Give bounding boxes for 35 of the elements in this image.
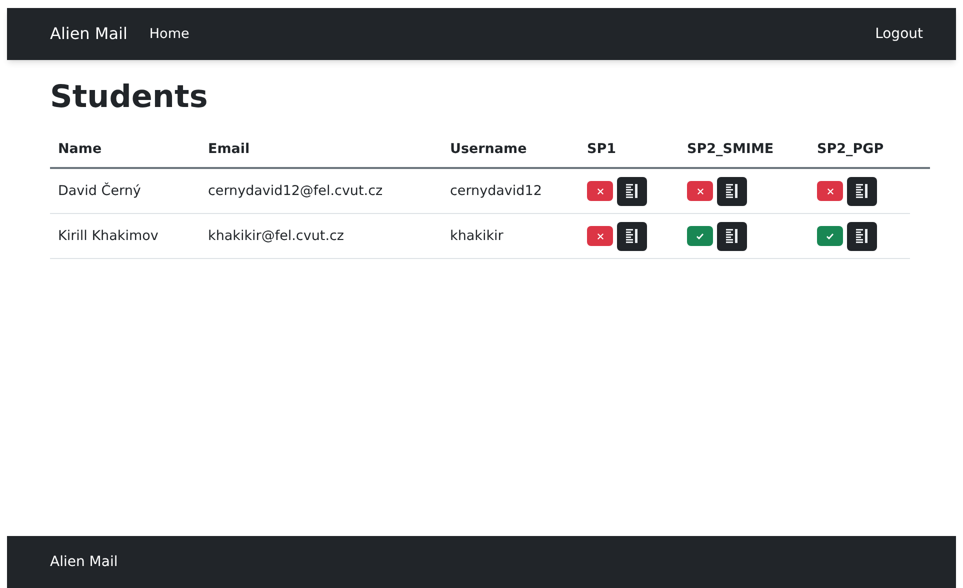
log-icon [856,184,868,198]
check-icon [826,232,834,240]
cross-icon [596,188,604,194]
log-icon [726,229,738,243]
log-icon [856,229,868,243]
brand-link[interactable]: Alien Mail [50,22,128,46]
log-button[interactable] [617,176,647,206]
table-cell-text: Kirill Khakimov [58,226,160,246]
table-cell-text: cernydavid12@fel.cvut.cz [208,182,384,201]
nav-link[interactable]: Home [149,24,190,44]
table-cell-text: David Černý [58,182,142,201]
log-button[interactable] [847,222,877,250]
column-header: Name [58,140,103,159]
column-header: Email [208,140,251,159]
log-icon [726,184,738,198]
cross-icon [826,188,834,194]
footer-brand: Alien Mail [50,552,118,572]
column-header: SP2_SMIME [687,140,775,159]
log-button[interactable] [617,222,647,250]
log-button[interactable] [847,176,877,206]
column-header: SP1 [587,140,618,159]
log-icon [626,229,638,243]
page-heading: Students [50,78,209,117]
log-button[interactable] [717,222,747,250]
logout-link[interactable]: Logout [875,24,923,44]
column-header: Username [450,140,528,159]
table-cell-text: cernydavid12 [450,182,543,201]
log-icon [626,184,638,198]
cross-icon [596,232,604,240]
table-cell-text: khakikir@fel.cvut.cz [208,226,345,246]
column-header: SP2_PGP [817,140,885,159]
check-icon [696,232,704,240]
log-button[interactable] [717,176,747,206]
table-cell-text: khakikir [450,226,504,246]
cross-icon [696,188,704,194]
